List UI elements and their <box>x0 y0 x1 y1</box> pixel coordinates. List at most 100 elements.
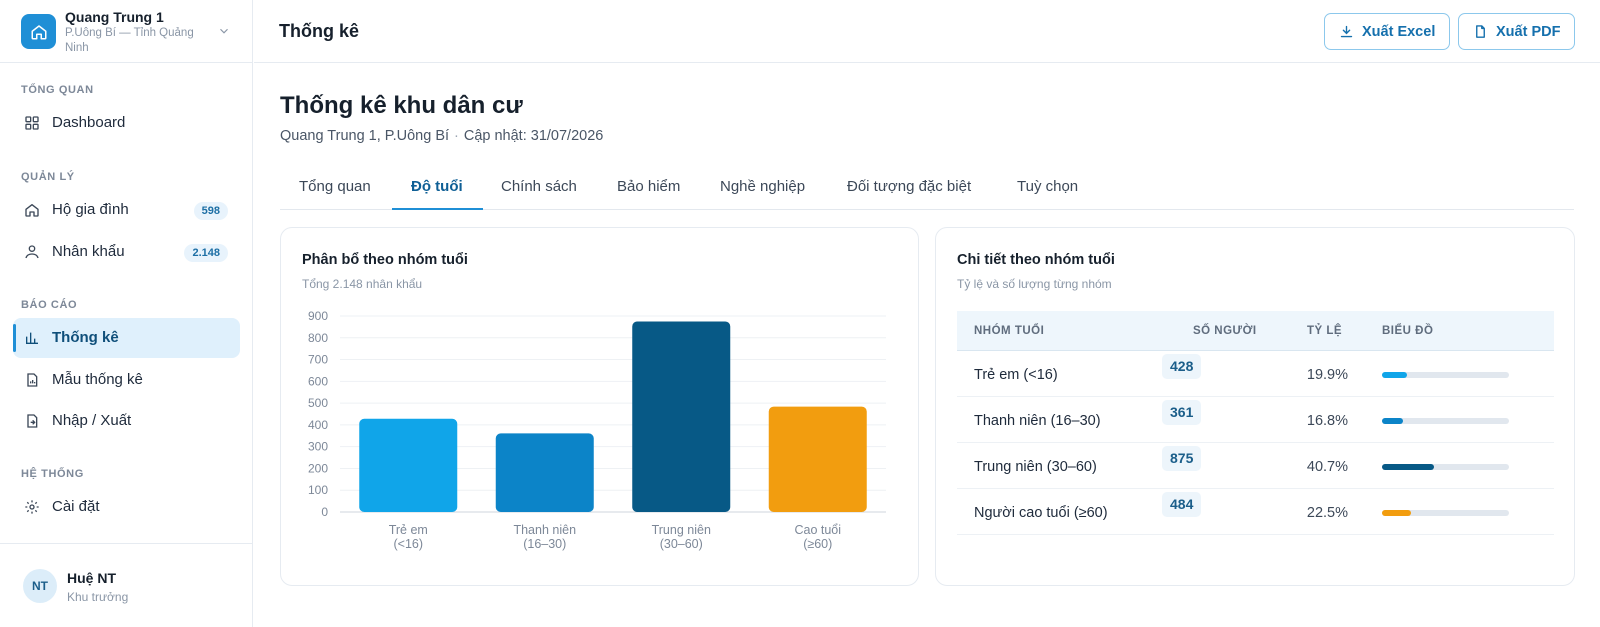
progress-track <box>1382 510 1509 516</box>
page-title: Thống kê khu dân cư <box>280 92 523 119</box>
count-badge: 875 <box>1162 446 1202 471</box>
bar-chart-icon <box>26 332 38 344</box>
org-subtitle: P.Uông Bí — Tỉnh Quảng Ninh <box>65 27 194 54</box>
user-name: Huệ NT <box>67 570 116 586</box>
group-name: Trung niên (30–60) <box>974 459 1097 475</box>
group-name: Thanh niên (16–30) <box>974 413 1101 429</box>
active-tab-indicator <box>392 208 483 210</box>
column-header-chart: BIỂU ĐỒ <box>1382 325 1434 337</box>
updated-text: Cập nhật: 31/07/2026 <box>463 128 604 144</box>
bar[interactable] <box>768 406 867 512</box>
percent-value: 22.5% <box>1306 505 1348 521</box>
home-icon <box>25 204 39 217</box>
document-chart-icon <box>27 373 38 387</box>
export-pdf-label: Xuất PDF <box>1496 23 1561 40</box>
progress-fill <box>1382 510 1411 516</box>
org-switcher[interactable]: Quang Trung 1 P.Uông Bí — Tỉnh Quảng Nin… <box>0 0 253 63</box>
topbar: Thống kê Xuất Excel Xuất PDF <box>254 0 1600 63</box>
group-name: Trẻ em (<16) <box>974 367 1058 383</box>
y-tick-label: 800 <box>308 331 328 345</box>
x-tick-label: Thanh niên <box>513 523 576 537</box>
y-tick-label: 600 <box>308 374 328 388</box>
card-subtitle: Tỷ lệ và số lượng từng nhóm <box>957 277 1112 291</box>
age-detail-card: Chi tiết theo nhóm tuổi Tỷ lệ và số lượn… <box>935 227 1575 586</box>
sidebar-item-label: Dashboard <box>52 114 126 131</box>
tab-special-groups[interactable]: Đối tượng đặc biệt <box>847 178 971 195</box>
column-header-group: NHÓM TUỔI <box>974 325 1045 337</box>
section-label-manage: QUẢN LÝ <box>21 171 75 183</box>
export-pdf-button[interactable]: Xuất PDF <box>1458 13 1575 50</box>
column-header-percent: TỶ LỆ <box>1307 325 1343 337</box>
x-tick-label: Cao tuổi <box>794 523 841 537</box>
sidebar-item-households[interactable]: Hộ gia đình 598 <box>13 190 240 230</box>
user-profile[interactable]: NT Huệ NT Khu trưởng <box>0 543 253 627</box>
progress-track <box>1382 464 1509 470</box>
sidebar-item-report-templates[interactable]: Mẫu thống kê <box>13 360 240 400</box>
count-badge: 428 <box>1162 354 1202 379</box>
org-name: Quang Trung 1 <box>65 9 164 25</box>
avatar: NT <box>23 569 57 603</box>
tab-options[interactable]: Tuỳ chọn <box>1017 178 1078 195</box>
column-header-count: SỐ NGƯỜI <box>1193 325 1257 337</box>
count-badge: 598 <box>193 202 228 220</box>
home-icon <box>21 14 56 49</box>
download-icon <box>1340 25 1353 38</box>
file-icon <box>1476 25 1485 38</box>
section-label-reports: BÁO CÁO <box>21 299 78 311</box>
location-text: Quang Trung 1, P.Uông Bí <box>280 128 450 144</box>
tab-occupation[interactable]: Nghề nghiệp <box>720 178 805 195</box>
user-role: Khu trưởng <box>67 590 129 604</box>
sidebar-item-statistics[interactable]: Thống kê <box>13 318 240 358</box>
percent-value: 16.8% <box>1306 413 1348 429</box>
percent-value: 40.7% <box>1306 459 1348 475</box>
page-meta: Quang Trung 1, P.Uông Bí · Cập nhật: 31/07… <box>280 128 603 144</box>
sidebar-item-label: Cài đặt <box>52 498 100 515</box>
y-tick-label: 300 <box>308 440 328 454</box>
count-badge: 484 <box>1162 492 1202 517</box>
sidebar-item-residents[interactable]: Nhân khẩu 2.148 <box>13 232 240 272</box>
x-tick-label: Trung niên <box>652 523 711 537</box>
progress-track <box>1382 418 1509 424</box>
bar[interactable] <box>495 433 594 512</box>
sidebar: Quang Trung 1 P.Uông Bí — Tỉnh Quảng Nin… <box>0 0 253 627</box>
y-tick-label: 400 <box>308 418 328 432</box>
export-excel-button[interactable]: Xuất Excel <box>1324 13 1450 50</box>
y-tick-label: 100 <box>308 483 328 497</box>
tab-overview[interactable]: Tổng quan <box>299 178 371 195</box>
tab-policy[interactable]: Chính sách <box>501 178 577 195</box>
export-excel-label: Xuất Excel <box>1362 23 1436 40</box>
gear-icon <box>25 500 39 514</box>
progress-fill <box>1382 464 1434 470</box>
sidebar-item-label: Thống kê <box>52 329 119 346</box>
age-bar-chart: 0 100 200 300 400 500 600 700 800 900 Trẻ em(<16) T… <box>308 309 886 551</box>
x-tick-label: (30–60) <box>660 537 703 551</box>
x-tick-label: (16–30) <box>523 537 566 551</box>
table-row: Người cao tuổi (≥60) 484 22.5% <box>957 489 1554 535</box>
grid-icon <box>25 116 39 130</box>
tab-insurance[interactable]: Bảo hiểm <box>617 178 680 195</box>
separator-dot: · <box>454 128 459 144</box>
x-tick-label: Trẻ em <box>389 523 428 537</box>
sidebar-item-settings[interactable]: Cài đặt <box>13 487 240 527</box>
section-label-system: HỆ THỐNG <box>21 468 84 480</box>
bar[interactable] <box>632 321 731 512</box>
tab-age[interactable]: Độ tuổi <box>411 178 463 195</box>
table-row: Trẻ em (<16) 428 19.9% <box>957 351 1554 397</box>
sidebar-item-label: Nhân khẩu <box>52 243 125 260</box>
group-name: Người cao tuổi (≥60) <box>974 505 1108 521</box>
percent-value: 19.9% <box>1306 367 1348 383</box>
progress-fill <box>1382 418 1404 424</box>
y-tick-label: 0 <box>321 505 328 519</box>
y-tick-label: 700 <box>308 353 328 367</box>
y-tick-label: 500 <box>308 396 328 410</box>
sidebar-item-label: Nhập / Xuất <box>52 412 132 429</box>
y-tick-label: 200 <box>308 461 328 475</box>
header-title: Thống kê <box>279 21 359 41</box>
chevron-down-icon[interactable] <box>217 24 231 38</box>
progress-fill <box>1382 372 1408 378</box>
bar[interactable] <box>359 418 458 512</box>
sidebar-item-import-export[interactable]: Nhập / Xuất <box>13 401 240 441</box>
x-tick-label: (≥60) <box>803 537 832 551</box>
x-tick-label: (<16) <box>393 537 423 551</box>
sidebar-item-dashboard[interactable]: Dashboard <box>13 103 240 143</box>
